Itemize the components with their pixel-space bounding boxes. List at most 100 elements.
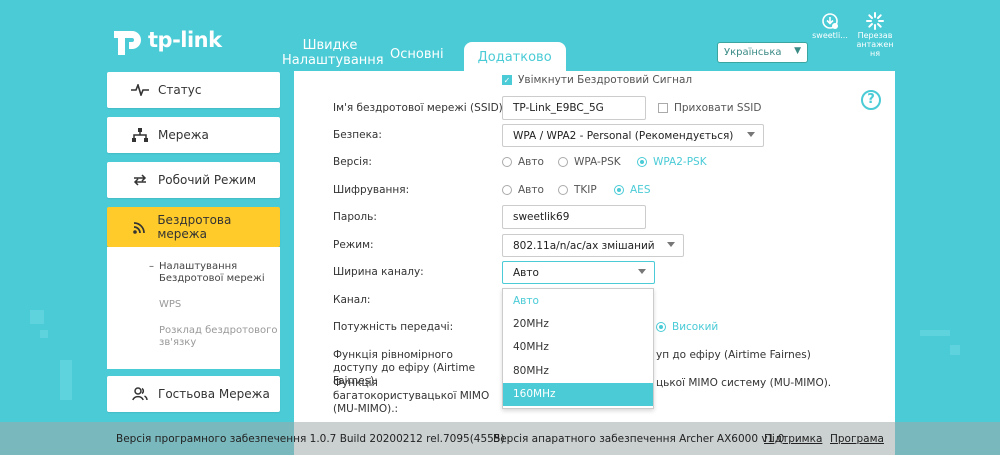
security-value: WPA / WPA2 - Personal (Рекомендується) <box>513 129 734 142</box>
version-radio-wpa-psk[interactable]: WPA-PSK <box>558 156 621 168</box>
sidebar-item-operation-mode[interactable]: Робочий Режим <box>107 162 280 198</box>
mu-mimo-checkbox-label: цької MIMO систему (MU-MIMO). <box>656 377 832 389</box>
radio-label: WPA-PSK <box>574 156 621 168</box>
app-link[interactable]: Програма <box>830 433 884 445</box>
sidebar-item-network[interactable]: Мережа <box>107 117 280 153</box>
bg-deco <box>920 330 950 336</box>
password-input[interactable]: sweetlik69 <box>502 205 646 229</box>
sidebar-item-label: Гостьова Мережа <box>158 387 270 401</box>
tp-link-logo-icon <box>114 31 141 55</box>
security-select[interactable]: WPA / WPA2 - Personal (Рекомендується) <box>502 124 764 147</box>
option-20mhz[interactable]: 20MHz <box>503 312 653 335</box>
bg-deco <box>60 360 72 400</box>
mode-select[interactable]: 802.11a/n/ac/ax змішаний <box>502 234 684 257</box>
channel-label: Канал: <box>333 294 371 306</box>
radio-label: TKIP <box>574 184 597 196</box>
bg-deco <box>40 330 48 338</box>
enable-wireless-label: Увімкнути Бездротовий Сигнал <box>518 74 693 86</box>
firmware-version: Версія програмного забезпечення 1.0.7 Bu… <box>116 432 505 445</box>
radio-selected-icon <box>614 185 624 195</box>
radio-label: Авто <box>518 156 544 168</box>
tab-quick-setup[interactable]: Швидке Налаштування <box>282 38 384 71</box>
sidebar: Статус Мережа Робочий Режим Бездротова м… <box>107 72 280 421</box>
version-radio-wpa2-psk[interactable]: WPA2-PSK <box>637 156 707 168</box>
sidebar-item-label: Статус <box>158 83 202 97</box>
encryption-radio-aes[interactable]: AES <box>614 184 650 196</box>
radio-label: Авто <box>518 184 544 196</box>
tab-advanced[interactable]: Додатково <box>463 42 566 71</box>
logo-text: tp-link <box>148 28 222 52</box>
ssid-input[interactable]: TP-Link_E9BC_5G <box>502 96 646 120</box>
guest-icon <box>131 385 149 403</box>
channel-width-value: Авто <box>513 266 539 279</box>
tp-link-logo: tp-link <box>108 22 222 58</box>
password-label: Пароль: <box>333 211 377 223</box>
checkbox-checked-icon: ✓ <box>502 75 512 85</box>
submenu-item-wireless-settings[interactable]: Налаштування Бездротової мережі <box>107 261 280 285</box>
chevron-down-icon: ▼ <box>794 46 801 56</box>
version-label: Версія: <box>333 156 372 168</box>
wireless-submenu: Налаштування Бездротової мережі WPS Розк… <box>107 247 280 369</box>
sidebar-item-status[interactable]: Статус <box>107 72 280 108</box>
user-tool-label: sweetli... <box>812 31 848 40</box>
option-40mhz[interactable]: 40MHz <box>503 336 653 359</box>
sidebar-item-guest-network[interactable]: Гостьова Мережа <box>107 376 280 412</box>
radio-icon <box>558 157 568 167</box>
reboot-icon <box>866 12 884 30</box>
mu-mimo-label: Функція багатокористувацької MIMO (MU-MI… <box>333 377 490 415</box>
radio-icon <box>502 185 512 195</box>
channel-width-dropdown: Авто 20MHz 40MHz 80MHz 160MHz <box>502 288 654 409</box>
checkbox-icon <box>658 103 668 113</box>
chevron-down-icon <box>667 242 675 247</box>
mode-label: Режим: <box>333 239 374 251</box>
chevron-down-icon <box>747 132 755 137</box>
option-160mhz[interactable]: 160MHz <box>503 382 653 406</box>
sidebar-item-label: Бездротова мережа <box>157 213 232 241</box>
mode-value: 802.11a/n/ac/ax змішаний <box>513 239 655 252</box>
option-80mhz[interactable]: 80MHz <box>503 359 653 382</box>
bg-deco <box>950 345 960 355</box>
mode-icon <box>131 171 149 189</box>
transmit-power-label: Потужність передачі: <box>333 321 454 333</box>
enable-wireless-checkbox[interactable]: ✓ Увімкнути Бездротовий Сигнал <box>502 74 692 86</box>
hardware-version: Версія апаратного забезпечення Archer AX… <box>493 432 785 445</box>
submenu-item-wps[interactable]: WPS <box>107 299 280 311</box>
channel-width-label: Ширина каналу: <box>333 266 424 278</box>
encryption-radio-auto[interactable]: Авто <box>502 184 544 196</box>
top-tabs: Швидке Налаштування Основні Додатково <box>282 38 566 71</box>
reboot-tool-label: Перезав антажен ня <box>856 31 894 58</box>
ssid-label: Ім'я бездротової мережі (SSID): <box>333 102 507 114</box>
pulse-icon <box>131 81 149 99</box>
airtime-fairness-checkbox-label: уп до ефіру (Airtime Fairnes) <box>656 349 811 361</box>
radio-label: WPA2-PSK <box>653 156 707 168</box>
bg-deco <box>30 310 44 324</box>
sidebar-item-label: Мережа <box>158 128 209 142</box>
encryption-label: Шифрування: <box>333 184 410 196</box>
version-radio-auto[interactable]: Авто <box>502 156 544 168</box>
submenu-item-wireless-schedule[interactable]: Розклад бездротового зв'язку <box>107 325 280 349</box>
password-value: sweetlik69 <box>513 211 570 223</box>
radio-selected-icon <box>637 157 647 167</box>
support-link[interactable]: Підтримка <box>764 433 822 445</box>
user-tool[interactable]: sweetli... <box>812 12 848 40</box>
radio-label: Високий <box>672 321 719 333</box>
power-radio-high[interactable]: Високий <box>656 321 718 333</box>
radio-selected-icon <box>656 322 666 332</box>
security-label: Безпека: <box>333 129 382 141</box>
encryption-radio-tkip[interactable]: TKIP <box>558 184 597 196</box>
channel-width-select[interactable]: Авто <box>502 261 655 284</box>
chevron-down-icon <box>638 269 646 274</box>
wifi-icon <box>131 218 148 236</box>
sidebar-item-wireless[interactable]: Бездротова мережа <box>107 207 280 247</box>
option-auto[interactable]: Авто <box>503 289 653 312</box>
reboot-tool[interactable]: Перезав антажен ня <box>855 12 895 58</box>
network-icon <box>131 126 149 144</box>
tab-basic[interactable]: Основні <box>378 47 456 71</box>
user-download-icon <box>822 13 838 29</box>
footer: Версія програмного забезпечення 1.0.7 Bu… <box>0 422 1000 455</box>
ssid-value: TP-Link_E9BC_5G <box>513 102 604 114</box>
language-value: Українська <box>724 47 782 58</box>
hide-ssid-checkbox[interactable]: Приховати SSID <box>658 102 761 114</box>
help-icon[interactable]: ? <box>861 90 881 110</box>
language-select[interactable]: Українська ▼ <box>717 42 808 63</box>
